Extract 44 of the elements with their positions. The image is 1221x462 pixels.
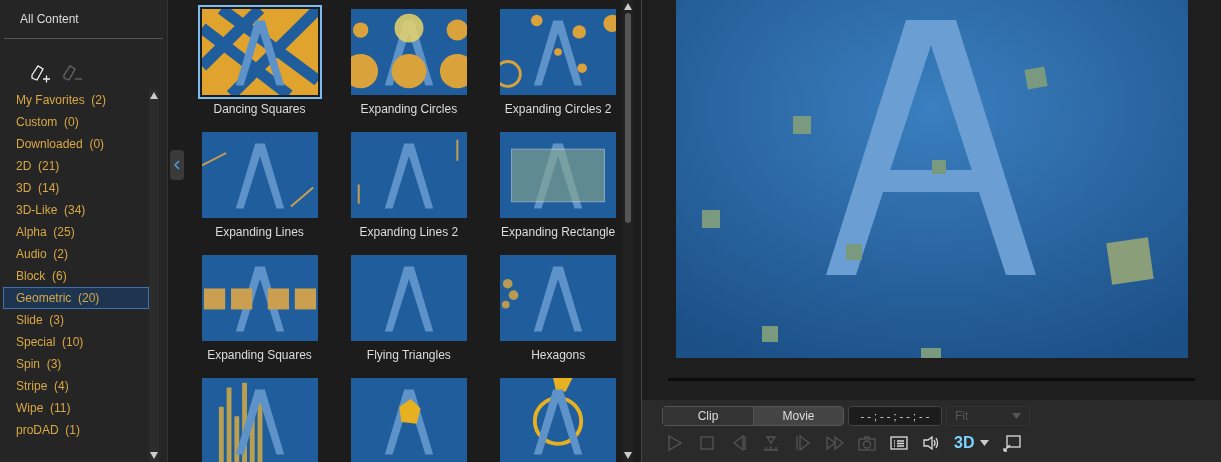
add-tag-icon[interactable] [28,63,52,85]
scroll-up-icon[interactable] [624,3,632,10]
transition-label: Expanding Lines [215,224,304,241]
transition-label: Dancing Squares [213,101,306,118]
scrollbar[interactable] [149,89,159,462]
scroll-up-icon[interactable] [150,92,158,99]
category-item[interactable]: 3D-Like (34) [3,199,149,221]
category-item[interactable]: Downloaded (0) [3,133,149,155]
category-item[interactable]: Block (6) [3,265,149,287]
transition-label: Expanding Circles 2 [504,101,612,118]
timecode-field[interactable]: - - ; - - ; - - ; - - [848,406,942,426]
volume-icon[interactable] [922,434,940,452]
scroll-down-icon[interactable] [624,452,632,459]
category-item[interactable]: Custom (0) [3,111,149,133]
category-item[interactable]: Slide (3) [3,309,149,331]
scroll-down-icon[interactable] [150,452,158,459]
category-item[interactable]: proDAD (1) [3,419,149,441]
category-item[interactable]: Geometric (20) [3,287,149,309]
list-icon[interactable] [890,434,908,452]
mode-tab[interactable]: Clip [663,407,753,425]
category-item[interactable]: Special (10) [3,331,149,353]
panel-title: All Content [20,11,79,28]
category-item[interactable]: Spin (3) [3,353,149,375]
transition-label: Flying Triangles [366,347,451,364]
category-item[interactable]: Stripe (4) [3,375,149,397]
category-item[interactable]: 3D (14) [3,177,149,199]
stereo-3d-toggle[interactable]: 3D [954,431,975,455]
transition-label: Expanding Rectangle [501,224,616,241]
scroll-thumb[interactable] [625,13,631,223]
category-item[interactable]: Alpha (25) [3,221,149,243]
chevron-left-icon [174,160,180,170]
transition-label: Expanding Lines 2 [359,224,459,241]
transition-label: Expanding Squares [207,347,312,364]
category-item[interactable]: 2D (21) [3,155,149,177]
category-item[interactable]: Audio (2) [3,243,149,265]
category-item[interactable]: My Favorites (2) [3,89,149,111]
external-display-icon[interactable] [1003,434,1022,452]
caret-icon [1012,413,1021,419]
mode-tab[interactable]: Movie [753,407,843,425]
collapse-handle[interactable] [170,150,184,180]
caret-icon[interactable] [980,440,990,446]
transition-label: Hexagons [531,347,586,364]
category-item[interactable]: Wipe (11) [3,397,149,419]
transition-label: Expanding Circles [360,101,458,118]
